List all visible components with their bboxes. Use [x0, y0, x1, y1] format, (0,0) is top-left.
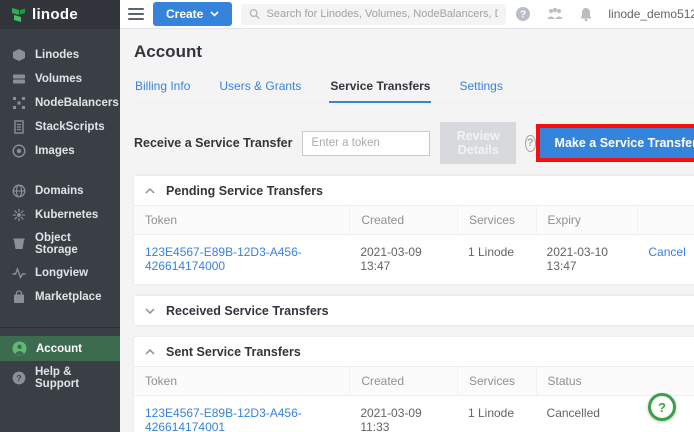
chevron-up-icon	[145, 349, 155, 355]
token-link[interactable]: 123E4567-E89B-12D3-A456-426614174001	[134, 396, 349, 432]
help-circle-icon: ?	[12, 371, 26, 385]
logo-text: linode	[32, 6, 78, 23]
linode-logo-icon	[11, 7, 26, 23]
domains-globe-icon	[12, 184, 26, 198]
receive-help-icon[interactable]: ?	[525, 135, 536, 152]
pending-table-header: Token Created Services Expiry	[134, 205, 694, 235]
linode-logo[interactable]: linode	[0, 0, 120, 29]
sidebar-item-help-support[interactable]: ? Help & Support	[0, 361, 120, 395]
sidebar-item-longview[interactable]: Longview	[0, 261, 120, 285]
username[interactable]: linode_demo512	[608, 7, 694, 21]
chevron-down-icon	[145, 308, 155, 314]
tab-users-grants[interactable]: Users & Grants	[218, 73, 302, 102]
column-header-expiry: Expiry	[536, 206, 638, 234]
table-row: 123E4567-E89B-12D3-A456-426614174000 202…	[134, 235, 694, 284]
top-bar: linode Create ?	[0, 0, 694, 29]
sidebar-item-marketplace[interactable]: Marketplace	[0, 285, 120, 309]
cancel-link[interactable]: Cancel	[637, 235, 694, 284]
sidebar-item-kubernetes[interactable]: Kubernetes	[0, 203, 120, 227]
sidebar-item-stackscripts[interactable]: StackScripts	[0, 115, 120, 139]
svg-text:?: ?	[16, 373, 21, 383]
column-header-token: Token	[134, 367, 349, 395]
tab-service-transfers[interactable]: Service Transfers	[329, 73, 431, 103]
make-service-transfer-button[interactable]: Make a Service Transfer	[540, 128, 694, 158]
column-header-status: Status	[536, 367, 694, 395]
nodebalancers-icon	[12, 96, 26, 110]
pending-transfers-card: Pending Service Transfers Token Created …	[134, 176, 694, 284]
sidebar-item-nodebalancers[interactable]: NodeBalancers	[0, 91, 120, 115]
annotation-highlight: Make a Service Transfer	[536, 124, 694, 162]
sidebar-item-object-storage[interactable]: Object Storage	[0, 227, 120, 261]
section-title: Pending Service Transfers	[166, 184, 323, 198]
stackscripts-icon	[12, 120, 26, 134]
menu-icon[interactable]	[128, 8, 144, 20]
created-cell: 2021-03-09 13:47	[349, 235, 457, 284]
kubernetes-icon	[12, 208, 26, 222]
received-transfers-toggle[interactable]: Received Service Transfers	[134, 296, 694, 325]
receive-transfer-label: Receive a Service Transfer	[134, 136, 292, 150]
sent-transfers-toggle[interactable]: Sent Service Transfers	[134, 337, 694, 366]
receive-transfer-row: Receive a Service Transfer Review Detail…	[134, 122, 694, 164]
token-link[interactable]: 123E4567-E89B-12D3-A456-426614174000	[134, 235, 349, 284]
column-header-token: Token	[134, 206, 349, 234]
page-title: Account	[134, 42, 694, 62]
marketplace-bag-icon	[12, 290, 26, 304]
community-icon[interactable]	[546, 7, 564, 21]
tab-settings[interactable]: Settings	[458, 73, 503, 102]
column-header-created: Created	[349, 206, 457, 234]
main-content: Account Billing Info Users & Grants Serv…	[120, 29, 694, 432]
create-button[interactable]: Create	[153, 2, 232, 26]
services-cell: 1 Linode	[457, 396, 536, 432]
top-bar-right: Create ? linode_demo512	[120, 0, 694, 29]
token-input[interactable]	[302, 131, 430, 156]
volumes-icon	[12, 72, 26, 86]
created-cell: 2021-03-09 11:33	[349, 396, 457, 432]
svg-text:?: ?	[520, 10, 526, 21]
chevron-up-icon	[145, 188, 155, 194]
sent-table-header: Token Created Services Status	[134, 366, 694, 396]
notifications-bell-icon[interactable]	[579, 7, 593, 22]
sidebar-item-linodes[interactable]: Linodes	[0, 43, 120, 67]
tab-billing-info[interactable]: Billing Info	[134, 73, 191, 102]
search-input[interactable]	[267, 8, 499, 20]
review-details-button[interactable]: Review Details	[440, 122, 516, 164]
help-fab-button[interactable]: ?	[648, 393, 676, 421]
top-icon-cluster: ? linode_demo512	[515, 4, 694, 24]
sidebar-item-volumes[interactable]: Volumes	[0, 67, 120, 91]
help-icon[interactable]: ?	[515, 6, 531, 22]
linodes-cube-icon	[12, 48, 26, 62]
chevron-down-icon	[210, 11, 219, 17]
section-title: Received Service Transfers	[166, 304, 329, 318]
images-icon	[12, 144, 26, 158]
object-storage-bucket-icon	[12, 237, 26, 251]
column-header-created: Created	[349, 367, 457, 395]
expiry-cell: 2021-03-10 13:47	[536, 235, 638, 284]
sidebar: Linodes Volumes NodeBalancers StackScrip…	[0, 29, 120, 432]
column-header-actions	[637, 206, 694, 234]
sidebar-item-images[interactable]: Images	[0, 139, 120, 163]
account-person-icon	[12, 341, 27, 356]
tab-bar: Billing Info Users & Grants Service Tran…	[134, 73, 694, 103]
search-icon	[249, 8, 260, 20]
pending-transfers-toggle[interactable]: Pending Service Transfers	[134, 176, 694, 205]
sidebar-item-domains[interactable]: Domains	[0, 179, 120, 203]
column-header-services: Services	[457, 206, 536, 234]
search-box	[241, 4, 506, 25]
table-row: 123E4567-E89B-12D3-A456-426614174001 202…	[134, 396, 694, 432]
longview-pulse-icon	[12, 266, 26, 280]
column-header-services: Services	[457, 367, 536, 395]
received-transfers-card: Received Service Transfers	[134, 296, 694, 325]
sidebar-item-account[interactable]: Account	[0, 336, 120, 361]
sent-transfers-card: Sent Service Transfers Token Created Ser…	[134, 337, 694, 432]
services-cell: 1 Linode	[457, 235, 536, 284]
section-title: Sent Service Transfers	[166, 345, 301, 359]
